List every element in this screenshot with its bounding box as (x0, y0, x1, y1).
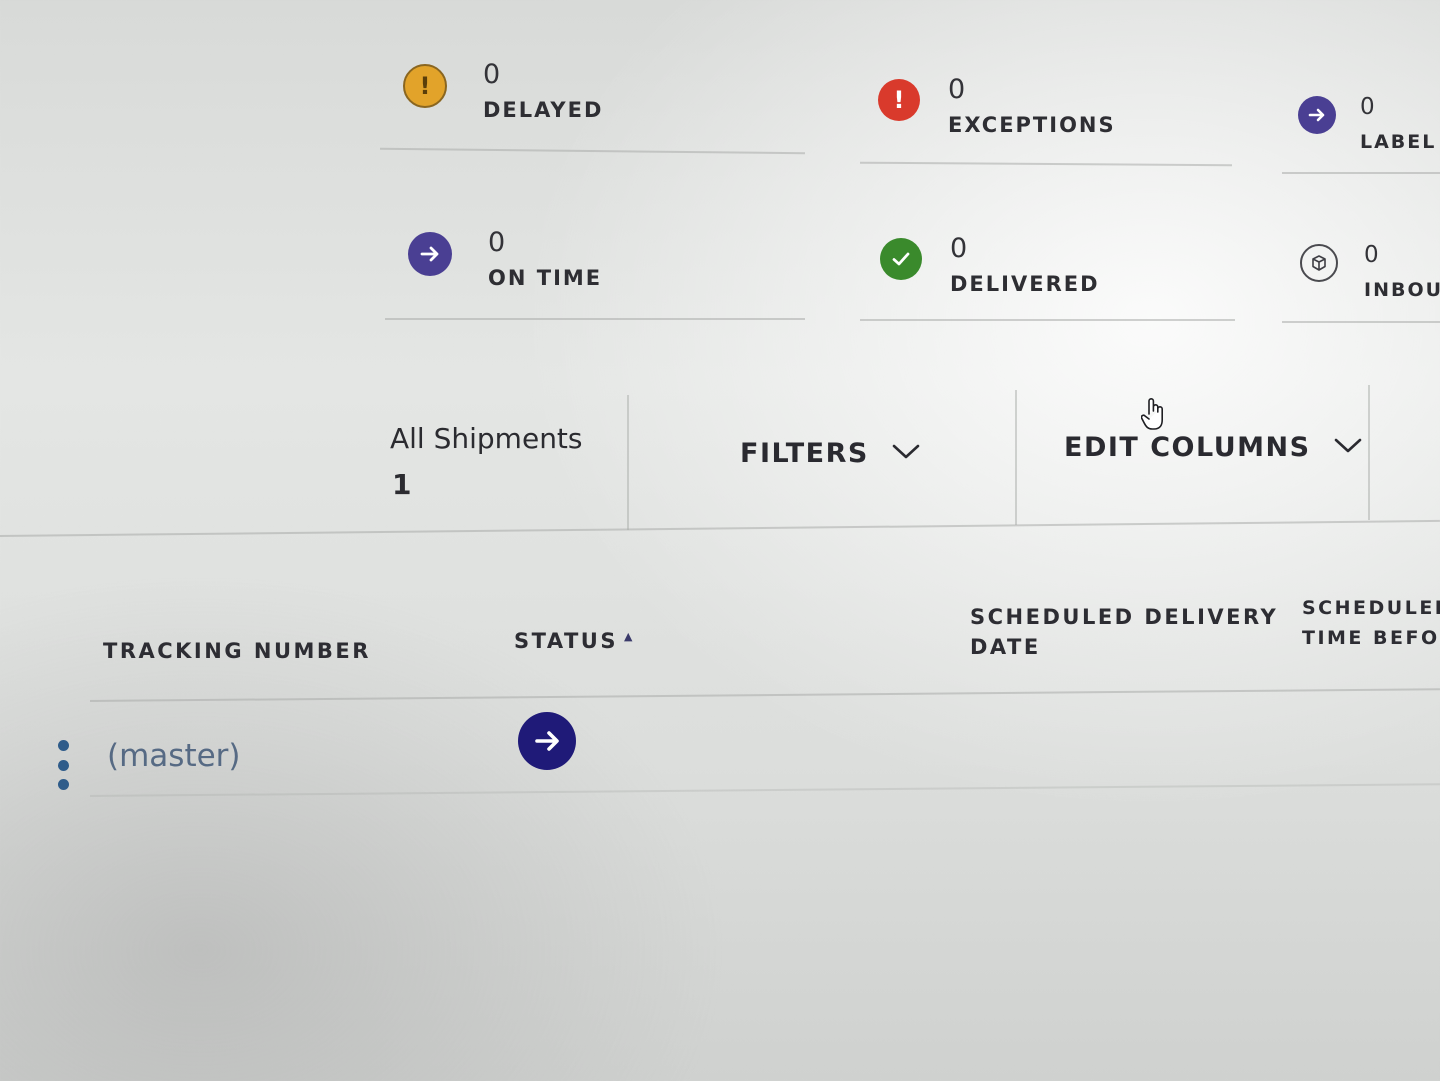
delayed-label: DELAYED (483, 98, 604, 122)
tracking-number-header-label: TRACKING NUMBER (103, 639, 371, 663)
arrow-right-icon (408, 232, 452, 276)
summary-divider (1282, 172, 1440, 174)
stat-exceptions[interactable]: ! 0 EXCEPTIONS (878, 75, 1116, 139)
exclamation-icon: ! (878, 79, 920, 121)
menu-dot (57, 779, 69, 790)
stat-inbound[interactable]: 0 INBOUN (1300, 240, 1440, 304)
filters-label: FILTERS (740, 438, 869, 469)
inbound-label: INBOUN (1364, 279, 1440, 301)
column-header-scheduled-delivery-date[interactable]: SCHEDULED DELIVERY DATE (970, 602, 1278, 662)
exclamation-icon: ! (403, 64, 447, 108)
summary-divider (859, 161, 1233, 167)
label-created-label: LABEL C (1360, 131, 1440, 153)
summary-divider (860, 319, 1235, 321)
delayed-count: 0 (483, 59, 501, 90)
edit-columns-button[interactable]: EDIT COLUMNS (1064, 432, 1363, 463)
stat-on-time[interactable]: 0 ON TIME (408, 228, 602, 292)
on-time-count: 0 (488, 227, 506, 258)
stat-label-created[interactable]: 0 LABEL C (1298, 92, 1440, 156)
menu-dot (57, 740, 69, 751)
status-header-label: STATUS (514, 629, 618, 653)
label-created-count: 0 (1360, 94, 1375, 120)
menu-dot (57, 759, 69, 771)
summary-divider (380, 147, 805, 155)
chevron-down-icon (891, 443, 921, 465)
table-row-border (89, 783, 1440, 797)
view-count: 1 (392, 468, 412, 501)
arrow-right-icon[interactable] (518, 712, 576, 770)
toolbar-separator (1015, 390, 1017, 525)
summary-divider (385, 318, 805, 320)
on-time-label: ON TIME (488, 266, 603, 290)
checkmark-icon (880, 238, 922, 280)
tracking-number-cell[interactable]: (master) (107, 738, 241, 774)
arrow-right-icon (1298, 96, 1336, 134)
chevron-down-icon (1333, 437, 1363, 459)
summary-divider (1282, 321, 1440, 323)
edit-columns-label: EDIT COLUMNS (1064, 432, 1311, 463)
scheduled-time-header-line2: TIME BEFORE (1302, 627, 1440, 649)
column-header-tracking-number[interactable]: TRACKING NUMBER (103, 636, 371, 666)
stat-delayed[interactable]: ! 0 DELAYED (403, 60, 603, 124)
row-actions-menu-icon[interactable] (56, 740, 70, 790)
exceptions-label: EXCEPTIONS (948, 113, 1116, 137)
toolbar-separator (1368, 385, 1370, 520)
scheduled-delivery-header-line1: SCHEDULED DELIVERY (970, 605, 1279, 629)
stat-delivered[interactable]: 0 DELIVERED (880, 234, 1100, 298)
package-icon (1300, 244, 1338, 282)
scheduled-delivery-header-line2: DATE (970, 635, 1041, 659)
toolbar-separator (627, 395, 629, 530)
filters-button[interactable]: FILTERS (740, 438, 921, 469)
column-header-status[interactable]: STATUS ▲ (514, 622, 635, 656)
pointer-hand-icon (1140, 396, 1167, 436)
scheduled-time-header-line1: SCHEDULED (1302, 597, 1440, 619)
delivered-label: DELIVERED (950, 272, 1100, 296)
view-title: All Shipments (390, 422, 583, 455)
column-header-scheduled-time[interactable]: SCHEDULED TIME BEFORE (1302, 593, 1440, 653)
toolbar-bottom-border (0, 519, 1440, 537)
table-header-border (89, 688, 1440, 702)
delivered-count: 0 (950, 233, 968, 264)
sort-ascending-icon: ▲ (623, 630, 635, 643)
exceptions-count: 0 (948, 74, 966, 105)
inbound-count: 0 (1364, 242, 1379, 268)
